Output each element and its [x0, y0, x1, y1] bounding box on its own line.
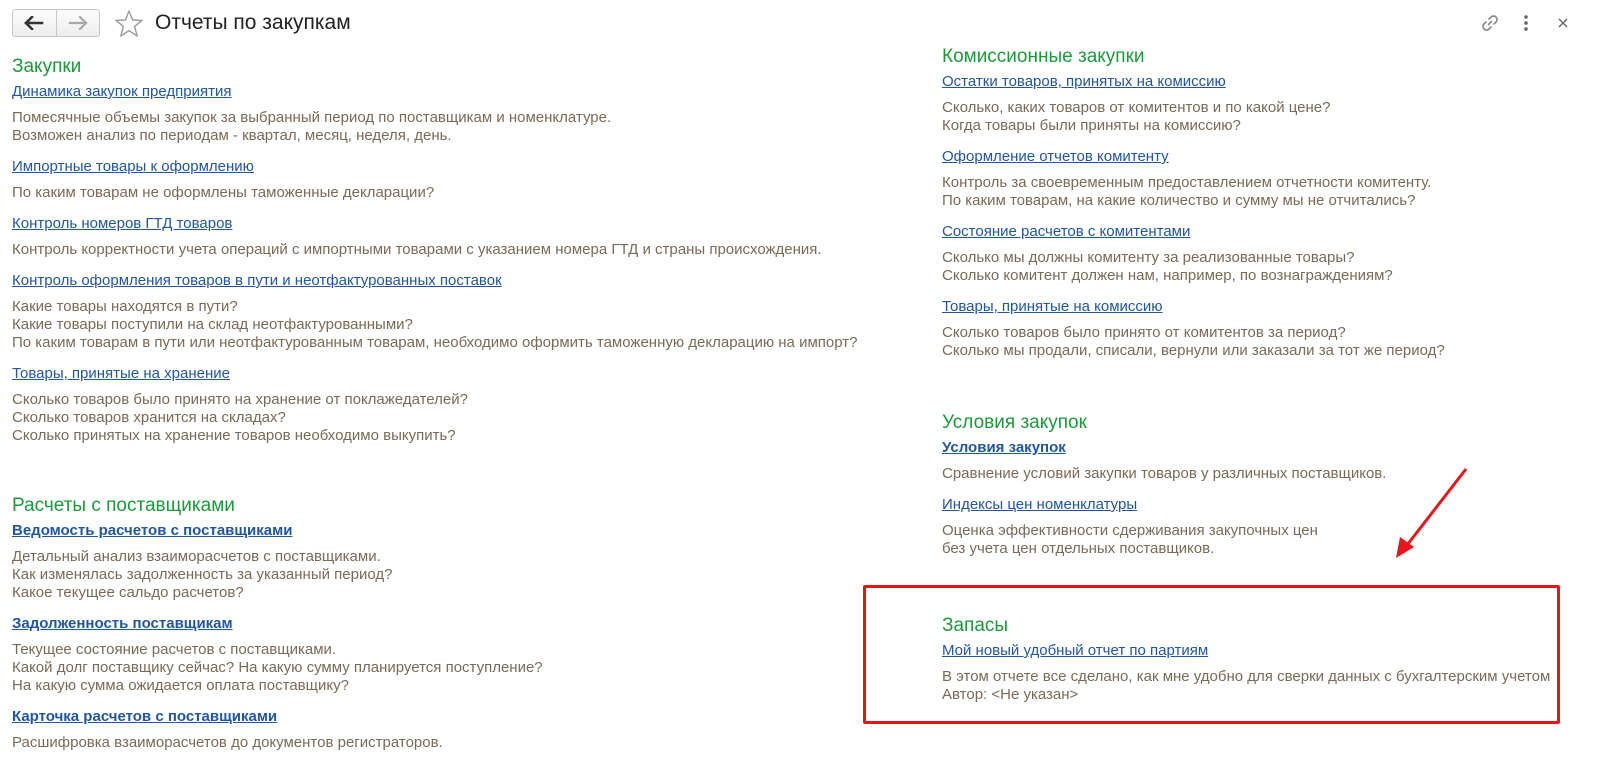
report-description: Оценка эффективности сдерживания закупоч…	[942, 522, 1318, 557]
report-link[interactable]: Состояние расчетов с комитентами	[942, 222, 1190, 242]
report-item: Мой новый удобный отчет по партиям В это…	[942, 641, 1550, 704]
report-item: Оформление отчетов комитенту Контроль за…	[942, 147, 1445, 210]
forward-button[interactable]	[55, 10, 100, 36]
report-description: Помесячные объемы закупок за выбранный п…	[12, 109, 612, 144]
report-item: Задолженность поставщикам Текущее состоя…	[12, 614, 543, 695]
report-item: Контроль номеров ГТД товаров Контроль ко…	[12, 214, 857, 259]
title-bar: Отчеты по закупкам	[0, 0, 1612, 48]
report-link[interactable]: Карточка расчетов с поставщиками	[12, 707, 277, 727]
report-description: Какие товары находятся в пути? Какие тов…	[12, 298, 858, 351]
report-link[interactable]: Ведомость расчетов с поставщиками	[12, 521, 292, 541]
report-link[interactable]: Условия закупок	[942, 438, 1066, 458]
report-item: Динамика закупок предприятия Помесячные …	[12, 82, 857, 145]
report-link[interactable]: Индексы цен номенклатуры	[942, 495, 1137, 515]
report-description: Контроль за своевременным предоставление…	[942, 174, 1432, 209]
section-title: Условия закупок	[942, 412, 1087, 433]
report-link[interactable]: Остатки товаров, принятых на комиссию	[942, 72, 1226, 92]
report-description: Текущее состояние расчетов с поставщикам…	[12, 641, 543, 694]
report-description: Детальный анализ взаиморасчетов с постав…	[12, 548, 393, 601]
report-link[interactable]: Динамика закупок предприятия	[12, 82, 231, 102]
report-description: Сколько товаров было принято на хранение…	[12, 391, 468, 444]
report-link[interactable]: Оформление отчетов комитенту	[942, 147, 1169, 167]
close-button[interactable]	[1556, 12, 1570, 34]
report-item: Состояние расчетов с комитентами Сколько…	[942, 222, 1445, 285]
report-description: По каким товарам не оформлены таможенные…	[12, 184, 435, 201]
report-link[interactable]: Импортные товары к оформлению	[12, 157, 254, 177]
section-title: Комиссионные закупки	[942, 46, 1145, 67]
more-vertical-icon	[1524, 15, 1528, 31]
section-supplier-settlements: Расчеты с поставщиками Ведомость расчето…	[12, 494, 543, 752]
section-stock: Запасы Мой новый удобный отчет по партия…	[942, 614, 1550, 704]
report-link[interactable]: Контроль номеров ГТД товаров	[12, 214, 232, 234]
report-description: Расшифровка взаиморасчетов до документов…	[12, 734, 443, 751]
link-icon	[1482, 15, 1498, 31]
report-item: Товары, принятые на комиссию Сколько тов…	[942, 297, 1445, 360]
arrow-right-icon	[68, 16, 88, 30]
report-description: В этом отчете все сделано, как мне удобн…	[942, 668, 1551, 703]
report-description: Сравнение условий закупки товаров у разл…	[942, 465, 1387, 482]
section-title: Запасы	[942, 615, 1009, 636]
annotation-arrow-icon	[1396, 468, 1468, 558]
arrow-left-icon	[24, 16, 44, 30]
navigation-buttons	[12, 9, 100, 37]
link-button[interactable]	[1479, 12, 1501, 34]
report-link[interactable]: Мой новый удобный отчет по партиям	[942, 641, 1208, 661]
more-button[interactable]	[1515, 12, 1537, 34]
report-description: Контроль корректности учета операций с и…	[12, 241, 822, 258]
report-link[interactable]: Задолженность поставщикам	[12, 614, 233, 634]
report-link[interactable]: Контроль оформления товаров в пути и нео…	[12, 271, 502, 291]
back-button[interactable]	[13, 10, 56, 36]
report-item: Индексы цен номенклатуры Оценка эффектив…	[942, 495, 1386, 558]
report-link[interactable]: Товары, принятые на хранение	[12, 364, 230, 384]
star-icon	[115, 10, 143, 37]
report-description: Сколько товаров было принято от комитент…	[942, 324, 1445, 359]
report-item: Ведомость расчетов с поставщиками Деталь…	[12, 521, 543, 602]
report-description: Сколько мы должны комитенту за реализова…	[942, 249, 1393, 284]
report-item: Товары, принятые на хранение Сколько тов…	[12, 364, 857, 445]
favorite-star-button[interactable]	[114, 9, 144, 39]
section-purchases: Закупки Динамика закупок предприятия Пом…	[12, 55, 857, 445]
section-title: Закупки	[12, 56, 82, 77]
report-link[interactable]: Товары, принятые на комиссию	[942, 297, 1163, 317]
close-icon	[1558, 18, 1568, 28]
section-purchase-conditions: Условия закупок Условия закупок Сравнени…	[942, 411, 1386, 558]
report-item: Импортные товары к оформлению По каким т…	[12, 157, 857, 202]
section-commission-purchases: Комиссионные закупки Остатки товаров, пр…	[942, 45, 1445, 360]
page-title: Отчеты по закупкам	[155, 11, 351, 34]
report-description: Сколько, каких товаров от комитентов и п…	[942, 99, 1331, 134]
section-title: Расчеты с поставщиками	[12, 495, 235, 516]
report-item: Карточка расчетов с поставщиками Расшифр…	[12, 707, 543, 752]
report-item: Условия закупок Сравнение условий закупк…	[942, 438, 1386, 483]
report-item: Контроль оформления товаров в пути и нео…	[12, 271, 857, 352]
report-item: Остатки товаров, принятых на комиссию Ск…	[942, 72, 1445, 135]
